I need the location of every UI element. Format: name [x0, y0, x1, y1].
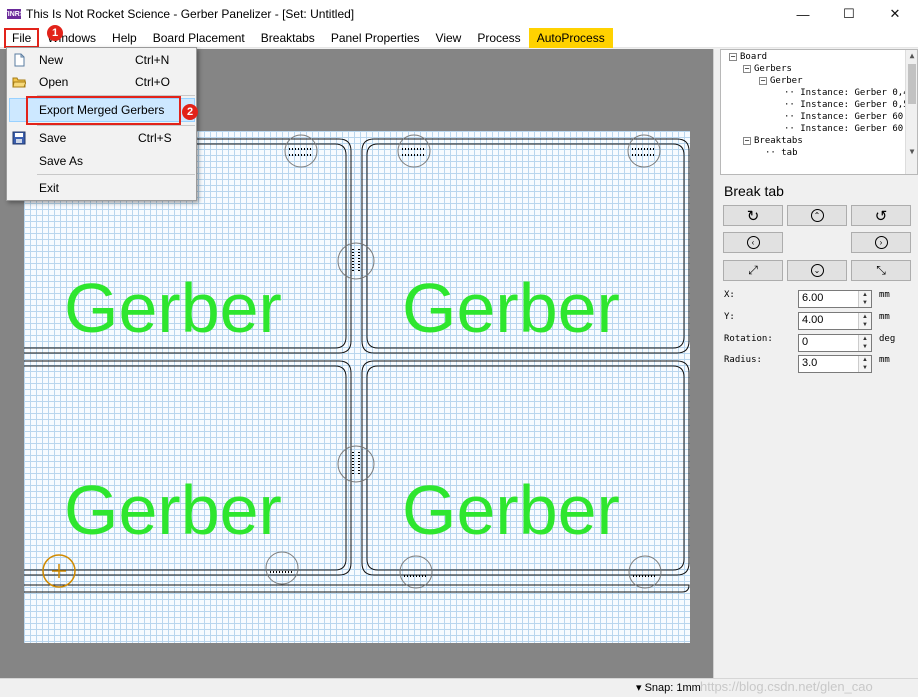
menu-item-new[interactable]: New Ctrl+N: [7, 49, 196, 71]
rotation-unit: deg: [879, 334, 896, 344]
window-controls: — ☐ ✕: [780, 0, 918, 28]
radius-label: Radius:: [724, 355, 762, 365]
move-up-button[interactable]: ⌃: [787, 205, 847, 226]
annotation-box: [26, 96, 181, 125]
radius-unit: mm: [879, 355, 890, 365]
tree-node[interactable]: ·· tab: [765, 148, 798, 159]
menu-file[interactable]: File: [4, 27, 40, 48]
menu-breaktabs[interactable]: Breaktabs: [253, 28, 323, 48]
arrow-up-icon: ⌃: [810, 209, 824, 222]
tree-node[interactable]: − Breaktabs: [743, 136, 803, 147]
gerber-label: Gerber: [64, 471, 282, 549]
menu-board-placement[interactable]: Board Placement: [145, 28, 253, 48]
board-sheet[interactable]: Gerber Gerber Gerber Gerber: [24, 131, 690, 643]
collapse-icon[interactable]: −: [729, 52, 737, 61]
gerber-label: Gerber: [402, 471, 620, 549]
expand-button[interactable]: ⤢: [723, 260, 783, 281]
menu-autoprocess[interactable]: AutoProcess: [528, 27, 613, 48]
maximize-icon[interactable]: ☐: [826, 0, 872, 28]
menu-separator: [37, 125, 195, 126]
window-title: This Is Not Rocket Science - Gerber Pane…: [26, 7, 355, 21]
breaktab-circle: [265, 551, 299, 585]
board-outline-drawing: [24, 134, 690, 593]
arrow-left-icon: ‹: [746, 236, 760, 249]
step-badge-2: 2: [182, 104, 198, 120]
close-icon[interactable]: ✕: [872, 0, 918, 28]
x-unit: mm: [879, 290, 890, 300]
save-disk-icon: [12, 131, 26, 145]
menu-separator: [37, 174, 195, 175]
rotation-spinner-icon[interactable]: ▲ ▼: [858, 335, 871, 351]
menu-item-open[interactable]: Open Ctrl+O: [7, 71, 196, 93]
tree-node[interactable]: − Board: [729, 52, 767, 63]
move-left-button[interactable]: ‹: [723, 232, 783, 253]
minimize-icon[interactable]: —: [780, 0, 826, 28]
breaktab-circle: [399, 555, 433, 589]
move-right-button[interactable]: ›: [851, 232, 911, 253]
file-menu-dropdown: New Ctrl+N Open Ctrl+O Export Merged Ger…: [6, 47, 197, 201]
rotate-cw-button[interactable]: ↻: [723, 205, 783, 226]
collapse-icon[interactable]: −: [759, 76, 767, 85]
frame-rail: [24, 584, 690, 593]
rotation-label: Rotation:: [724, 334, 773, 344]
collapse-icon[interactable]: −: [743, 136, 751, 145]
menu-panel-properties[interactable]: Panel Properties: [323, 28, 428, 48]
properties-panel: − Board − Gerbers − Gerber ·· Instance: Ger…: [713, 49, 918, 678]
gerber-label: Gerber: [402, 269, 620, 347]
status-bar: ▾ Snap: 1mm https://blog.csdn.net/glen_c…: [0, 678, 918, 697]
expand-icon: ⤢: [748, 263, 758, 277]
y-unit: mm: [879, 312, 890, 322]
watermark-text: https://blog.csdn.net/glen_cao: [700, 679, 873, 694]
y-spinner-icon[interactable]: ▲ ▼: [858, 313, 871, 329]
move-down-button[interactable]: ⌄: [787, 260, 847, 281]
tree-scrollbar[interactable]: ▲ ▼: [905, 50, 917, 174]
breaktab-circle: [628, 555, 662, 589]
breaktab-circle: [397, 134, 431, 168]
arrow-right-icon: ›: [874, 236, 888, 249]
y-label: Y:: [724, 312, 735, 322]
tree-node[interactable]: − Gerbers: [743, 64, 792, 75]
tree-node[interactable]: ·· Instance: Gerber 60,5: [784, 124, 914, 135]
gerber-label: Gerber: [64, 269, 282, 347]
scroll-up-icon[interactable]: ▲: [906, 50, 917, 62]
menu-process[interactable]: Process: [469, 28, 528, 48]
breaktab-circle: [337, 445, 375, 483]
shrink-button[interactable]: ⤡: [851, 260, 911, 281]
radius-spinner-icon[interactable]: ▲ ▼: [858, 356, 871, 372]
rotate-ccw-icon: ↺: [874, 207, 888, 225]
scroll-down-icon[interactable]: ▼: [906, 146, 917, 158]
menu-item-exit[interactable]: Exit: [7, 177, 196, 199]
step-badge-1: 1: [47, 25, 63, 41]
collapse-icon[interactable]: −: [743, 64, 751, 73]
project-tree[interactable]: − Board − Gerbers − Gerber ·· Instance: Ger…: [720, 49, 918, 175]
breaktab-circle: [627, 134, 661, 168]
breaktab-circle: [337, 242, 375, 280]
rotate-cw-icon: ↻: [746, 207, 760, 225]
menu-bar: File Windows Help Board Placement Breakt…: [0, 27, 918, 48]
snap-status[interactable]: ▾ Snap: 1mm: [636, 681, 701, 694]
menu-help[interactable]: Help: [104, 28, 145, 48]
title-bar: TINRS This Is Not Rocket Science - Gerbe…: [0, 0, 918, 28]
menu-item-save[interactable]: Save Ctrl+S: [7, 127, 196, 149]
arrow-down-icon: ⌄: [810, 264, 824, 277]
tree-node[interactable]: ·· Instance: Gerber 60,4: [784, 112, 914, 123]
breaktab-circle: [284, 134, 318, 168]
tree-node[interactable]: ·· Instance: Gerber 0,41: [784, 88, 914, 99]
new-file-icon: [14, 53, 25, 67]
shrink-icon: ⤡: [876, 263, 886, 277]
app-logo-icon: TINRS: [3, 9, 25, 19]
menu-view[interactable]: View: [428, 28, 470, 48]
breaktab-panel-title: Break tab: [724, 183, 784, 199]
tree-node[interactable]: ·· Instance: Gerber 0,5: [784, 100, 909, 111]
scroll-thumb[interactable]: [908, 64, 916, 104]
menu-item-save-as[interactable]: Save As: [7, 150, 196, 172]
tree-node[interactable]: − Gerber: [759, 76, 803, 87]
open-folder-icon: [12, 77, 26, 88]
x-spinner-icon[interactable]: ▲ ▼: [858, 291, 871, 307]
x-label: X:: [724, 290, 735, 300]
rotate-ccw-button[interactable]: ↺: [851, 205, 911, 226]
